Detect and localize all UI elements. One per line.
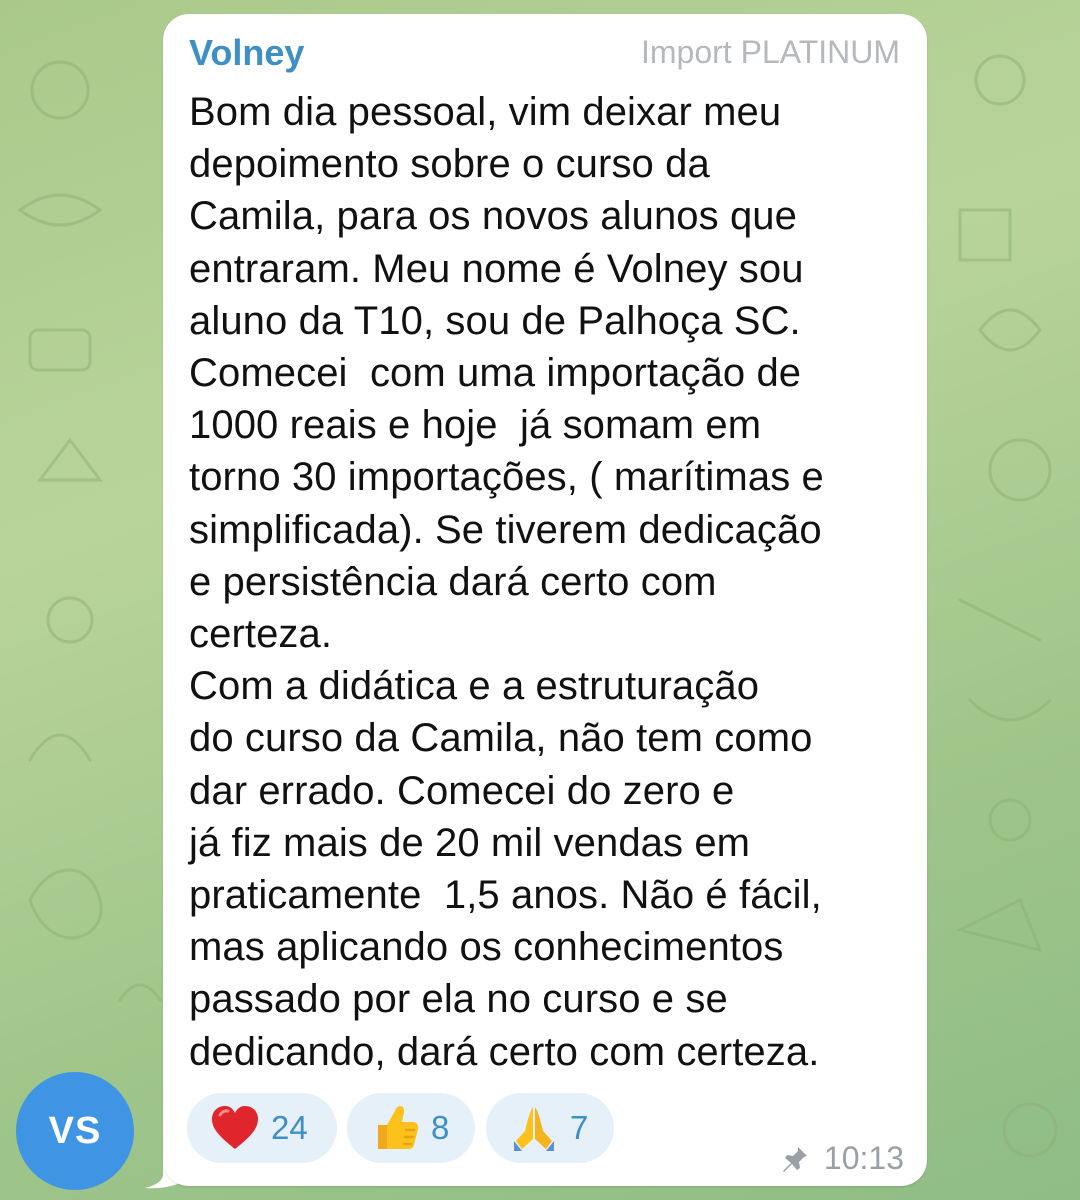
message-text: Bom dia pessoal, vim deixar meu depoimen…: [189, 90, 824, 1074]
reaction-heart-count: 24: [271, 1109, 308, 1146]
reaction-folded-hands[interactable]: 7: [486, 1093, 614, 1163]
red-heart-icon: [209, 1102, 261, 1154]
reaction-heart[interactable]: 24: [187, 1093, 337, 1163]
message-time: 10:13: [823, 1140, 904, 1176]
message-meta: 10:13: [780, 1140, 904, 1177]
folded-hands-icon: [508, 1102, 560, 1154]
sender-avatar[interactable]: VS: [16, 1072, 134, 1190]
reaction-thumbs-up[interactable]: 8: [347, 1093, 475, 1163]
sender-rank-tag: Import PLATINUM: [641, 34, 900, 70]
pin-icon: [782, 1146, 807, 1172]
reaction-thumbs-up-count: 8: [431, 1109, 450, 1146]
reaction-folded-hands-count: 7: [570, 1109, 589, 1146]
thumbs-up-icon: [369, 1102, 421, 1154]
sender-name[interactable]: Volney: [189, 32, 304, 74]
avatar-initials: VS: [48, 1109, 102, 1152]
